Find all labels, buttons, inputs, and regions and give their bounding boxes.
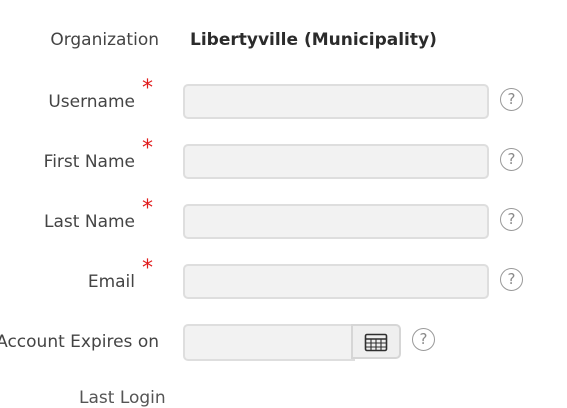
question-circle-icon[interactable]: ? (500, 148, 523, 171)
last-name-label: Last Name (44, 212, 135, 232)
last-name-field[interactable] (183, 204, 489, 239)
email-field[interactable] (183, 264, 489, 299)
email-row: Email * ? (0, 258, 567, 302)
question-circle-icon[interactable]: ? (412, 328, 435, 351)
question-circle-icon[interactable]: ? (500, 268, 523, 291)
organization-row: Organization Libertyville (Municipality) (0, 22, 567, 62)
account-expires-row: Account Expires on ? (0, 322, 567, 362)
email-label: Email (87, 272, 135, 292)
account-expires-label: Account Expires on (0, 332, 159, 352)
question-circle-icon[interactable]: ? (500, 88, 523, 111)
last-login-label: Last Login (79, 388, 166, 408)
username-row: Username * ? (0, 78, 567, 122)
account-expires-date-field[interactable] (183, 324, 355, 361)
required-star: * (142, 136, 153, 161)
question-circle-icon[interactable]: ? (500, 208, 523, 231)
first-name-label: First Name (43, 152, 135, 172)
required-star: * (142, 256, 153, 281)
last-name-row: Last Name * ? (0, 198, 567, 242)
calendar-button[interactable] (351, 324, 401, 359)
organization-label: Organization (50, 30, 159, 50)
calendar-icon (364, 333, 388, 351)
username-field[interactable] (183, 84, 489, 119)
required-star: * (142, 76, 153, 101)
required-star: * (142, 196, 153, 221)
first-name-field[interactable] (183, 144, 489, 179)
organization-value: Libertyville (Municipality) (190, 30, 437, 50)
username-label: Username (48, 92, 135, 112)
first-name-row: First Name * ? (0, 138, 567, 182)
